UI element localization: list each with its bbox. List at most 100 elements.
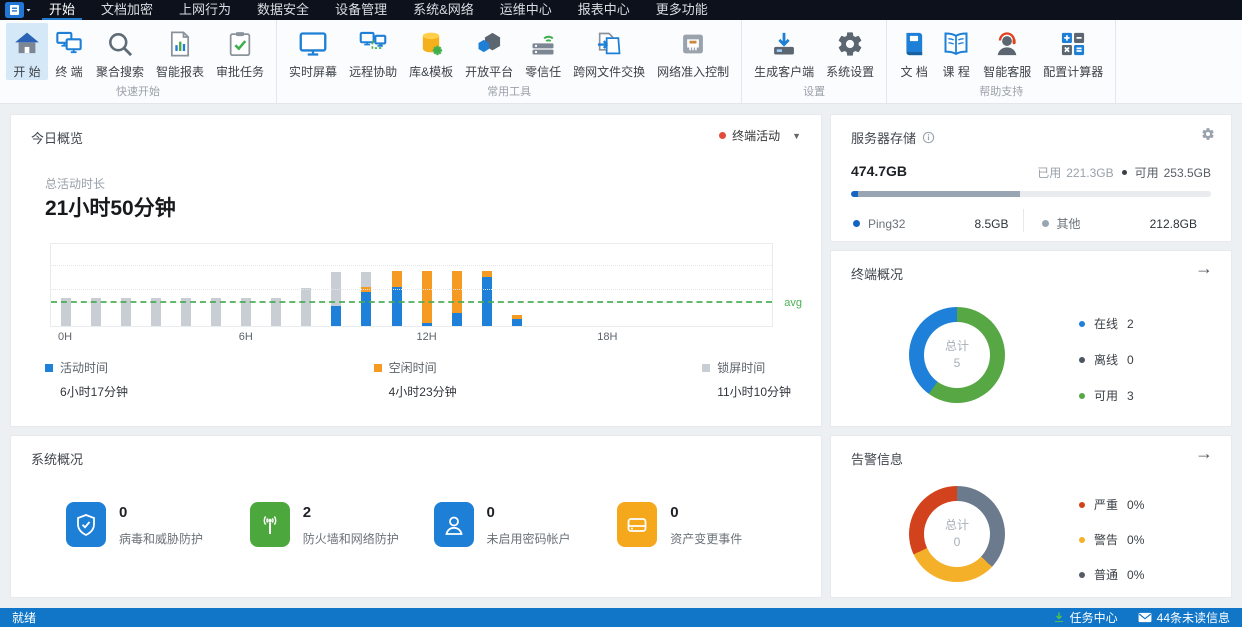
- menu-tab-运维中心[interactable]: 运维中心: [487, 0, 565, 20]
- alarm-legend: 严重 0% 警告 0% 普通 0%: [1079, 496, 1144, 583]
- ribbon-item-label: 终 端: [55, 65, 83, 79]
- system-item-label: 资产变更事件: [670, 532, 743, 546]
- task-center-label: 任务中心: [1069, 611, 1118, 625]
- system-item-病毒和威胁防护: 0 病毒和威胁防护: [66, 502, 250, 547]
- app-menu-button[interactable]: [0, 0, 36, 20]
- system-overview-items: 0 病毒和威胁防护 2 防火墙和网络防护 0 未启用密码帐户 0 资产变更事件: [66, 502, 801, 547]
- menu-tab-上网行为[interactable]: 上网行为: [166, 0, 244, 20]
- legend-value: 0%: [1127, 567, 1145, 582]
- ribbon-item-开始[interactable]: 开 始: [6, 23, 48, 80]
- legend-value: 0: [1127, 352, 1134, 367]
- ribbon-item-终端[interactable]: 终 端: [48, 23, 90, 80]
- bar-segment-活动时间: [331, 306, 342, 326]
- ribbon-item-库&模板[interactable]: 库&模板: [403, 23, 459, 80]
- bar-segment-活动时间: [511, 318, 522, 326]
- x-tick-label: 12H: [416, 331, 437, 343]
- legend-name: 空闲时间: [388, 361, 437, 375]
- activity-bar-hour-22: [712, 244, 742, 326]
- activity-bar-hour-6: [231, 244, 261, 326]
- activity-bar-hour-10: [351, 244, 381, 326]
- menu-tab-数据安全[interactable]: 数据安全: [244, 0, 322, 20]
- storage-legend-name: 其他: [1056, 217, 1081, 231]
- activity-filter-label: 终端活动: [732, 129, 781, 143]
- storage-settings-button[interactable]: [1201, 127, 1215, 146]
- ribbon-item-系统设置[interactable]: 系统设置: [820, 23, 880, 80]
- legend-dot: [853, 220, 860, 227]
- info-icon[interactable]: [922, 131, 935, 144]
- menu-tab-系统&网络[interactable]: 系统&网络: [400, 0, 487, 20]
- activity-bar-hour-21: [682, 244, 712, 326]
- panel-terminal-status: 终端概况 → 总计 5 在线 2 离线 0 可用 3: [830, 250, 1232, 427]
- menu-tab-更多功能[interactable]: 更多功能: [643, 0, 721, 20]
- task-center-button[interactable]: 任务中心: [1053, 609, 1118, 626]
- bar-segment-活动时间: [361, 291, 372, 326]
- ribbon-item-文档[interactable]: 文 档: [893, 23, 935, 80]
- ribbon-item-label: 审批任务: [216, 65, 265, 79]
- ribbon-group-label: 常用工具: [487, 86, 532, 98]
- legend-name: 离线: [1094, 353, 1119, 367]
- ribbon-item-label: 智能客服: [983, 65, 1032, 79]
- app-logo-icon: [5, 2, 31, 18]
- ribbon-item-跨网文件交换[interactable]: 跨网文件交换: [567, 23, 651, 80]
- storage-legend-value: 8.5GB: [974, 216, 1009, 231]
- ribbon-item-智能客服[interactable]: 智能客服: [977, 23, 1037, 80]
- bar-segment-空闲时间: [421, 271, 432, 323]
- activity-bar-hour-1: [81, 244, 111, 326]
- activity-bar-hour-23: [742, 244, 772, 326]
- ribbon-item-智能报表[interactable]: 智能报表: [150, 23, 210, 80]
- storage-legend-Ping32: Ping32 8.5GB: [851, 209, 1023, 232]
- activity-bar-hour-12: [412, 244, 442, 326]
- today-overview-title: 今日概览: [31, 131, 84, 146]
- legend-dot: [1079, 320, 1085, 327]
- activity-filter-dropdown[interactable]: 终端活动 ▼: [719, 127, 801, 144]
- menu-tab-文档加密[interactable]: 文档加密: [88, 0, 166, 20]
- system-item-label: 未启用密码帐户: [486, 532, 571, 546]
- zerotrust-icon: [527, 26, 559, 62]
- ribbon-item-生成客户端[interactable]: 生成客户端: [748, 23, 820, 80]
- legend-item-锁屏时间: 锁屏时间 11小时10分钟: [702, 359, 791, 400]
- terminal-status-donut-chart: 总计 5: [909, 307, 1005, 403]
- bar-segment-空闲时间: [451, 271, 462, 313]
- system-item-防火墙和网络防护: 2 防火墙和网络防护: [249, 502, 434, 547]
- menu-tab-设备管理[interactable]: 设备管理: [322, 0, 400, 20]
- terminal-status-more-arrow-icon[interactable]: →: [1195, 259, 1213, 277]
- ribbon-item-网络准入控制[interactable]: 网络准入控制: [651, 23, 735, 80]
- menu-tabs: 开始 文档加密 上网行为 数据安全 设备管理 系统&网络 运维中心 报表中心 更多功能: [36, 0, 721, 20]
- ribbon-item-聚合搜索[interactable]: 聚合搜索: [90, 23, 150, 80]
- chart-gridline: [51, 264, 772, 266]
- alarm-info-more-arrow-icon[interactable]: →: [1195, 444, 1213, 462]
- right-column: 服务器存储 474.7GB 已用 221.3GB 可用 253.5GB Ping…: [830, 114, 1232, 427]
- ribbon-group-设置: 生成客户端 系统设置 设置: [742, 20, 888, 103]
- status-ready-text: 就绪: [12, 611, 37, 625]
- legend-value: 6小时17分钟: [60, 385, 129, 399]
- bar-segment-活动时间: [421, 322, 432, 326]
- system-item-label: 防火墙和网络防护: [302, 532, 399, 546]
- unread-messages-button[interactable]: 44条未读信息: [1138, 609, 1230, 626]
- ribbon-item-配置计算器[interactable]: 配置计算器: [1037, 23, 1109, 80]
- user-icon: [433, 502, 474, 547]
- activity-bar-hour-17: [562, 244, 592, 326]
- activity-bar-hour-11: [382, 244, 412, 326]
- total-activity-value: 21小时50分钟: [45, 197, 176, 220]
- bar-segment-锁屏时间: [361, 271, 372, 287]
- calculator-icon: [1058, 26, 1088, 62]
- ribbon-item-课程[interactable]: 课 程: [935, 23, 977, 80]
- activity-bar-hour-19: [622, 244, 652, 326]
- total-activity-label: 总活动时长: [45, 177, 106, 191]
- ribbon-item-开放平台[interactable]: 开放平台: [459, 23, 519, 80]
- ribbon-item-零信任[interactable]: 零信任: [519, 23, 567, 80]
- legend-dot: [1079, 392, 1085, 399]
- menu-tab-报表中心[interactable]: 报表中心: [565, 0, 643, 20]
- storage-legend-name: Ping32: [868, 216, 906, 231]
- ribbon-item-label: 网络准入控制: [657, 65, 730, 79]
- ribbon-item-远程协助[interactable]: 远程协助: [343, 23, 403, 80]
- activity-bar-hour-13: [442, 244, 472, 326]
- ribbon-item-实时屏幕[interactable]: 实时屏幕: [283, 23, 343, 80]
- ribbon-item-label: 开 始: [13, 65, 41, 79]
- dot-separator-icon: [1121, 170, 1127, 175]
- legend-item-活动时间: 活动时间 6小时17分钟: [45, 359, 128, 400]
- ribbon-item-审批任务[interactable]: 审批任务: [210, 23, 270, 80]
- dashboard: 今日概览 终端活动 ▼ 总活动时长 21小时50分钟 avg 0H 6H 12H 18…: [0, 104, 1242, 608]
- chart-average-label: avg: [784, 297, 802, 310]
- menu-tab-开始[interactable]: 开始: [36, 0, 88, 20]
